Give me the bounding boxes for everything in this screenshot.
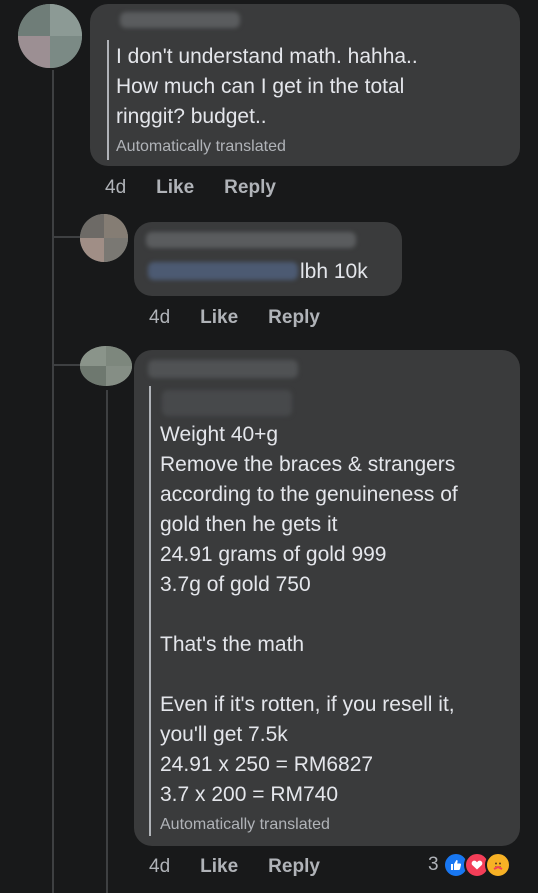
comment-actions-2: 4d Like Reply bbox=[149, 307, 320, 329]
avatar[interactable] bbox=[80, 214, 128, 262]
redacted-mention bbox=[148, 262, 298, 280]
comment-bubble-2: lbh 10k bbox=[134, 222, 402, 296]
auto-translated-label[interactable]: Automatically translated bbox=[160, 816, 330, 834]
timestamp[interactable]: 4d bbox=[105, 177, 126, 199]
redacted-name bbox=[120, 12, 240, 28]
reactions-summary[interactable]: 3 bbox=[428, 852, 511, 878]
redacted-mention bbox=[162, 390, 292, 416]
reply-button[interactable]: Reply bbox=[268, 856, 320, 878]
care-icon bbox=[484, 852, 511, 878]
translation-quote-bar bbox=[149, 386, 151, 836]
thread-line-branch-1 bbox=[52, 236, 80, 238]
translation-quote-bar bbox=[107, 40, 109, 160]
thread-line-reply bbox=[106, 390, 108, 893]
avatar[interactable] bbox=[80, 346, 132, 386]
reply-button[interactable]: Reply bbox=[268, 307, 320, 329]
comment-text: I don't understand math. hahha.. How muc… bbox=[116, 45, 418, 128]
auto-translated-label[interactable]: Automatically translated bbox=[116, 138, 286, 156]
thread-line-main bbox=[52, 70, 54, 893]
reply-button[interactable]: Reply bbox=[224, 177, 276, 199]
comment-bubble-1: I don't understand math. hahha.. How muc… bbox=[90, 4, 520, 166]
timestamp[interactable]: 4d bbox=[149, 307, 170, 329]
avatar[interactable] bbox=[18, 4, 82, 68]
comment-text: Weight 40+g Remove the braces & stranger… bbox=[160, 423, 458, 806]
like-button[interactable]: Like bbox=[200, 307, 238, 329]
comment-bubble-3: Weight 40+g Remove the braces & stranger… bbox=[134, 350, 520, 846]
comment-actions-1: 4d Like Reply bbox=[105, 177, 276, 199]
like-button[interactable]: Like bbox=[200, 856, 238, 878]
timestamp[interactable]: 4d bbox=[149, 856, 170, 878]
reaction-count: 3 bbox=[428, 854, 439, 875]
comment-actions-3: 4d Like Reply bbox=[149, 856, 320, 878]
redacted-name bbox=[146, 232, 356, 248]
comment-text: lbh 10k bbox=[300, 260, 368, 283]
like-button[interactable]: Like bbox=[156, 177, 194, 199]
redacted-name bbox=[148, 360, 298, 378]
thread-line-branch-2 bbox=[52, 364, 80, 366]
